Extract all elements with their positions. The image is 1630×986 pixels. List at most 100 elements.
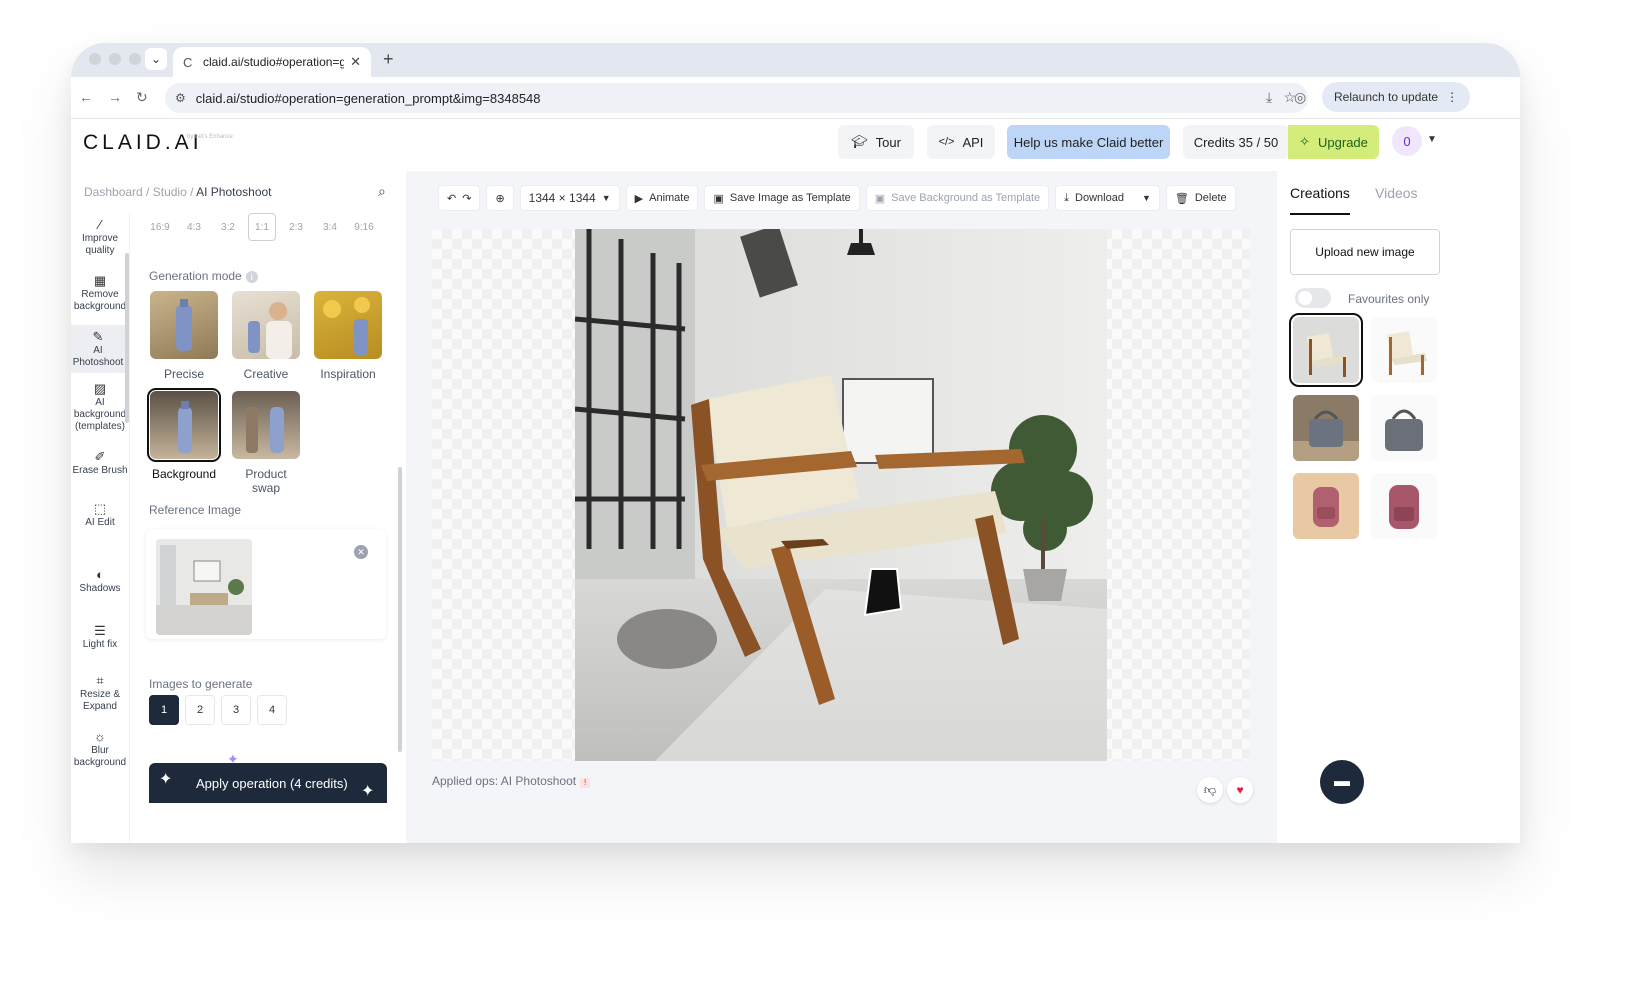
site-info-icon[interactable]: ⚙	[175, 91, 186, 105]
panel-scrollbar[interactable]	[398, 467, 402, 752]
tab-videos[interactable]: Videos	[1375, 185, 1418, 201]
mode-label: Inspiration	[320, 367, 376, 381]
chevron-down-icon[interactable]: ▼	[1427, 134, 1437, 145]
size-dropdown[interactable]: 1344 × 1344 ▼	[519, 185, 620, 211]
tab-title: claid.ai/studio#operation=ge	[203, 55, 345, 69]
browser-window: ⌄ C claid.ai/studio#operation=ge ✕ + ← →…	[71, 43, 1520, 843]
count-3[interactable]: 3	[221, 695, 251, 725]
relaunch-button[interactable]: Relaunch to update ⋮	[1322, 82, 1471, 112]
creation-thumbnail[interactable]	[1293, 395, 1359, 461]
creation-thumbnail[interactable]	[1371, 473, 1437, 539]
save-icon: ▣	[713, 192, 724, 205]
tool-label: Light fix	[82, 639, 118, 650]
feedback-button[interactable]: Help us make Claid better	[1007, 125, 1170, 159]
creation-thumbnail[interactable]	[1289, 313, 1363, 387]
refresh-icon[interactable]: ↻	[136, 89, 148, 106]
redo-icon[interactable]: ↷	[462, 192, 471, 205]
ratio-3-4[interactable]: 3:4	[316, 213, 344, 241]
save-bg-template-button[interactable]: ▣ Save Background as Template	[865, 185, 1050, 211]
download-button[interactable]: ⤓ Download ▼	[1055, 185, 1160, 211]
info-icon[interactable]: i	[245, 271, 258, 283]
sparkle-icon: ✦	[361, 783, 375, 800]
breadcrumb-dashboard[interactable]: Dashboard	[84, 185, 143, 199]
url-field[interactable]: ⚙ claid.ai/studio#operation=generation_p…	[165, 83, 1308, 113]
favourites-toggle[interactable]	[1295, 288, 1331, 308]
count-1[interactable]: 1	[149, 695, 179, 725]
remove-reference-icon[interactable]: ✕	[354, 545, 368, 559]
mode-background[interactable]: Background	[147, 388, 221, 481]
creation-thumbnail[interactable]	[1293, 473, 1359, 539]
upgrade-button[interactable]: ✧ Upgrade	[1288, 125, 1379, 159]
warning-icon[interactable]: !	[580, 778, 591, 788]
ratio-4-3[interactable]: 4:3	[180, 213, 208, 241]
search-icon[interactable]: ⌕	[378, 183, 386, 200]
profile-icon[interactable]: ◎	[1294, 89, 1306, 106]
armchair-photo	[575, 229, 1107, 761]
creation-thumbnail[interactable]	[1371, 395, 1437, 461]
api-button[interactable]: </> API	[927, 125, 995, 159]
ratio-16-9[interactable]: 16:9	[146, 213, 174, 241]
tool-ai-background-templates[interactable]: ▨ AI background (templates)	[71, 381, 129, 433]
reload-icon: C	[183, 54, 193, 70]
relaunch-label: Relaunch to update	[1334, 90, 1439, 104]
close-tab-icon[interactable]: ✕	[350, 54, 361, 70]
tool-resize-expand[interactable]: ⌗ Resize & Expand	[71, 674, 129, 713]
tool-ai-photoshoot[interactable]: ✎ AI Photoshoot	[71, 325, 129, 373]
mode-creative[interactable]: Creative	[230, 291, 302, 381]
maximize-dot[interactable]	[129, 53, 141, 65]
window-controls	[89, 53, 141, 65]
zoom-button[interactable]: ⊕	[486, 185, 514, 211]
close-dot[interactable]	[89, 53, 101, 65]
save-template-button[interactable]: ▣ Save Image as Template	[704, 185, 860, 211]
result-image[interactable]	[575, 229, 1107, 761]
tab-search-icon[interactable]: ⌄	[145, 48, 167, 70]
count-2[interactable]: 2	[185, 695, 215, 725]
image-canvas[interactable]	[432, 229, 1250, 761]
image-icon: ▨	[93, 381, 107, 396]
tab-creations[interactable]: Creations	[1290, 185, 1350, 201]
download-icon[interactable]: ⤓	[1266, 89, 1272, 106]
minimize-dot[interactable]	[109, 53, 121, 65]
mode-inspiration[interactable]: Inspiration	[312, 291, 384, 381]
tour-button[interactable]: 🎓︎ Tour	[838, 125, 914, 159]
mode-precise[interactable]: Precise	[148, 291, 220, 381]
tool-remove-background[interactable]: ▦ Remove background	[71, 273, 129, 313]
reference-card: ✕	[146, 529, 386, 639]
breadcrumb-studio[interactable]: Studio	[153, 185, 187, 199]
creation-thumbnail[interactable]	[1371, 317, 1437, 383]
tool-erase-brush[interactable]: ✐ Erase Brush	[71, 450, 129, 477]
ratio-3-2[interactable]: 3:2	[214, 213, 242, 241]
undo-button[interactable]: ↶ ↷	[438, 185, 481, 211]
tool-sidebar: ⁄ Improve quality ▦ Remove background ✎ AI …	[71, 213, 129, 843]
back-icon[interactable]: ←	[79, 89, 93, 105]
new-tab-icon[interactable]: +	[383, 49, 394, 70]
count-4[interactable]: 4	[257, 695, 287, 725]
thumbs-down-icon[interactable]: 👎︎	[1197, 777, 1223, 803]
logo[interactable]: CLAID.AI by Let's Enhance	[83, 131, 233, 155]
editor-toolbar: ↶ ↷ ⊕ 1344 × 1344 ▼ ▶ Animate ▣ Save Image a…	[438, 185, 1236, 211]
heart-icon[interactable]: ♥	[1227, 777, 1253, 803]
credits-label: Credits 35 / 50	[1193, 134, 1279, 150]
browser-tab[interactable]: C claid.ai/studio#operation=ge ✕	[173, 47, 371, 77]
tool-light-fix[interactable]: ☰ Light fix	[71, 624, 129, 651]
checker-icon: ▦	[93, 273, 107, 288]
mode-product-swap[interactable]: Product swap	[230, 391, 302, 495]
forward-icon[interactable]: →	[108, 89, 122, 105]
ratio-1-1[interactable]: 1:1	[248, 213, 276, 241]
chat-support-button[interactable]: ▬	[1320, 760, 1364, 804]
reference-image[interactable]	[156, 539, 252, 635]
tool-blur-background[interactable]: ☼ Blur background	[71, 730, 129, 769]
tool-ai-edit[interactable]: ⬚ AI Edit	[71, 502, 129, 529]
apply-operation-button[interactable]: ✦ ✦ Apply operation (4 credits) ✦	[149, 751, 387, 803]
tab-bar: ⌄ C claid.ai/studio#operation=ge ✕ +	[71, 43, 1520, 77]
upload-new-image-button[interactable]: Upload new image	[1290, 229, 1440, 275]
ratio-9-16[interactable]: 9:16	[350, 213, 378, 241]
tool-shadows[interactable]: ◐ Shadows	[71, 568, 129, 595]
animate-label: Animate	[649, 192, 690, 204]
tool-improve-quality[interactable]: ⁄ Improve quality	[71, 218, 129, 257]
ratio-2-3[interactable]: 2:3	[282, 213, 310, 241]
animate-button[interactable]: ▶ Animate	[625, 185, 699, 211]
delete-button[interactable]: 🗑︎ Delete	[1165, 185, 1236, 211]
avatar[interactable]: 0	[1392, 126, 1422, 156]
images-to-generate-heading: Images to generate	[149, 677, 253, 691]
